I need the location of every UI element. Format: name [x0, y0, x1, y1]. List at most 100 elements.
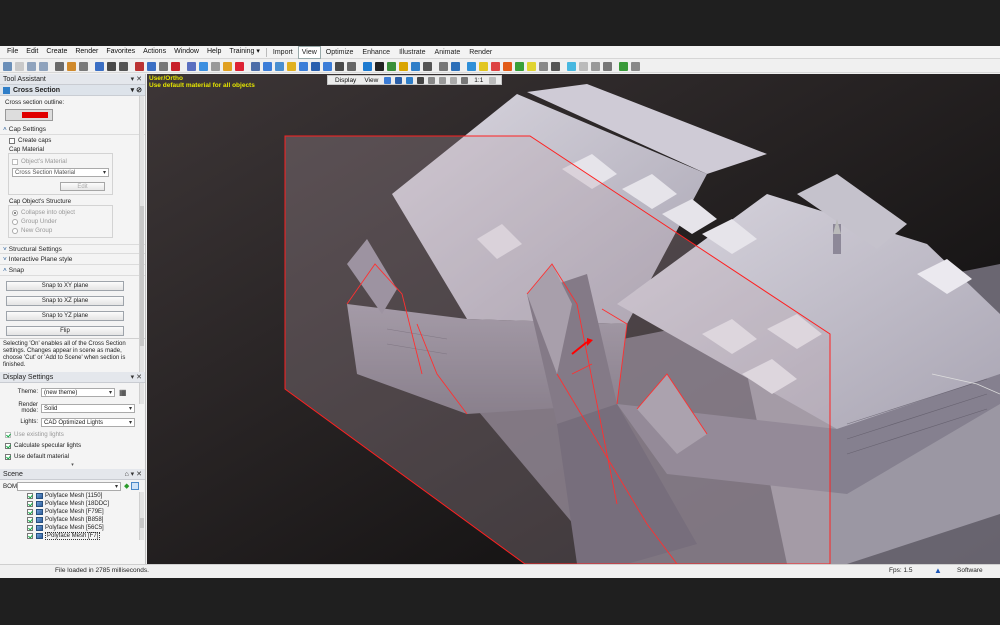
- menu-actions[interactable]: Actions: [139, 46, 170, 58]
- sky-light-icon[interactable]: [527, 61, 536, 71]
- viewport-options-icon[interactable]: [489, 76, 497, 84]
- grid-icon[interactable]: [439, 61, 448, 71]
- area-light-icon[interactable]: [515, 61, 524, 71]
- pan-icon[interactable]: [406, 76, 414, 84]
- menu-file[interactable]: File: [3, 46, 22, 58]
- undo-icon[interactable]: [27, 61, 36, 71]
- more-tools-icon[interactable]: [631, 61, 640, 71]
- camera-icon[interactable]: [363, 61, 372, 71]
- scene-item[interactable]: Polyface Mesh [56C5]: [0, 524, 145, 532]
- use-default-material-checkbox[interactable]: [5, 453, 11, 460]
- create-caps-checkbox[interactable]: [9, 137, 15, 144]
- panel-controls[interactable]: ▾ ✕: [131, 75, 142, 83]
- sun-icon[interactable]: [399, 61, 408, 71]
- home-icon[interactable]: [3, 61, 12, 71]
- bulb-blue-icon[interactable]: [567, 61, 576, 71]
- light-toggle-icon[interactable]: [579, 61, 588, 71]
- edit-material-button[interactable]: Edit: [60, 182, 105, 191]
- pivot-icon[interactable]: [135, 61, 144, 71]
- visibility-checkbox[interactable]: [27, 533, 33, 539]
- dolly-icon[interactable]: [417, 76, 425, 84]
- bom-select[interactable]: [17, 481, 121, 491]
- tab-render[interactable]: Render: [465, 46, 496, 59]
- light-dim-icon[interactable]: [591, 61, 600, 71]
- zoom-icon[interactable]: [428, 76, 436, 84]
- zoom-ratio-button[interactable]: 1:1: [470, 77, 487, 84]
- interactive-plane-header[interactable]: ˅ Interactive Plane style: [0, 255, 145, 265]
- snap-header[interactable]: ˄ Snap: [0, 266, 145, 276]
- orbit-icon[interactable]: [395, 76, 403, 84]
- cube-right-icon[interactable]: [335, 61, 344, 71]
- new-group-radio[interactable]: [12, 227, 18, 234]
- cap-material-select[interactable]: Cross Section Material: [12, 168, 109, 177]
- filter-icon[interactable]: [131, 482, 140, 490]
- scrollbar-thumb[interactable]: [140, 518, 144, 528]
- building-model-render[interactable]: [147, 74, 1000, 564]
- visibility-checkbox[interactable]: [27, 509, 33, 515]
- tab-optimize[interactable]: Optimize: [322, 46, 358, 59]
- use-default-material-row[interactable]: Use default material: [0, 451, 145, 462]
- tab-illustrate[interactable]: Illustrate: [395, 46, 429, 59]
- scene-item-selected[interactable]: Polyface Mesh [F7]: [0, 532, 145, 540]
- redo-icon[interactable]: [39, 61, 48, 71]
- objects-material-checkbox[interactable]: [12, 158, 18, 165]
- plant-icon[interactable]: [619, 61, 628, 71]
- cube-left-icon[interactable]: [323, 61, 332, 71]
- light-off-icon[interactable]: [603, 61, 612, 71]
- render-mode-select[interactable]: Solid: [41, 403, 135, 413]
- menu-create[interactable]: Create: [42, 46, 71, 58]
- brush-icon[interactable]: [67, 61, 76, 71]
- cap-settings-header[interactable]: ˄ Cap Settings: [0, 125, 145, 135]
- outline-color-picker[interactable]: [5, 109, 53, 121]
- snap-xz-button[interactable]: Snap to XZ plane: [6, 296, 124, 306]
- display-menu-button[interactable]: Display: [331, 77, 360, 84]
- render-view-icon[interactable]: [451, 61, 460, 71]
- look-icon[interactable]: [461, 76, 469, 84]
- use-existing-lights-row[interactable]: Use existing lights: [0, 429, 145, 440]
- cube-user-icon[interactable]: [347, 61, 356, 71]
- cube-bottom-icon[interactable]: [311, 61, 320, 71]
- visibility-checkbox[interactable]: [27, 517, 33, 523]
- snap-yz-button[interactable]: Snap to YZ plane: [6, 311, 124, 321]
- group-under-option[interactable]: Group Under: [12, 217, 109, 226]
- tab-import[interactable]: Import: [269, 46, 297, 59]
- select-mode-icon[interactable]: [199, 61, 208, 71]
- structural-settings-header[interactable]: ˅ Structural Settings: [0, 244, 145, 254]
- view-menu-button[interactable]: View: [360, 77, 382, 84]
- create-caps-row[interactable]: Create caps: [0, 135, 145, 146]
- use-existing-lights-checkbox[interactable]: [5, 431, 11, 438]
- calc-specular-checkbox[interactable]: [5, 442, 11, 449]
- 3d-viewport[interactable]: User/Ortho Use default material for all …: [147, 74, 1000, 564]
- move-icon[interactable]: [95, 61, 104, 71]
- panel-controls[interactable]: ⌂ ▾ ✕: [125, 470, 143, 478]
- view-mode-label[interactable]: User/Ortho: [149, 75, 255, 82]
- cube-back-icon[interactable]: [299, 61, 308, 71]
- snap-tool-icon[interactable]: [159, 61, 168, 71]
- zoom-extents-icon[interactable]: [439, 76, 447, 84]
- save-icon[interactable]: [15, 61, 24, 71]
- flip-button[interactable]: Flip: [6, 326, 124, 336]
- group-icon[interactable]: [187, 61, 196, 71]
- menu-render[interactable]: Render: [71, 46, 102, 58]
- pointer-icon[interactable]: [79, 61, 88, 71]
- select-arrow-icon[interactable]: [55, 61, 64, 71]
- cube-top-icon[interactable]: [263, 61, 272, 71]
- visibility-checkbox[interactable]: [27, 493, 33, 499]
- tab-view[interactable]: View: [297, 45, 321, 59]
- scene-item[interactable]: Polyface Mesh [F79E]: [0, 508, 145, 516]
- lasso-icon[interactable]: [211, 61, 220, 71]
- align-icon[interactable]: [147, 61, 156, 71]
- spot-light-icon[interactable]: [491, 61, 500, 71]
- save-view-icon[interactable]: [384, 76, 392, 84]
- calc-specular-row[interactable]: Calculate specular lights: [0, 440, 145, 451]
- scene-item[interactable]: Polyface Mesh [1150]: [0, 492, 145, 500]
- menu-edit[interactable]: Edit: [22, 46, 42, 58]
- panel-controls[interactable]: ▾ ✕: [131, 373, 142, 381]
- light-settings-icon[interactable]: [551, 61, 560, 71]
- light-icon[interactable]: [223, 61, 232, 71]
- theme-select[interactable]: (new theme): [41, 387, 115, 397]
- scroll-down-icon[interactable]: ▾: [0, 462, 145, 469]
- ies-light-icon[interactable]: [539, 61, 548, 71]
- collapse-into-object-option[interactable]: Collapse into object: [12, 208, 109, 217]
- scale-icon[interactable]: [119, 61, 128, 71]
